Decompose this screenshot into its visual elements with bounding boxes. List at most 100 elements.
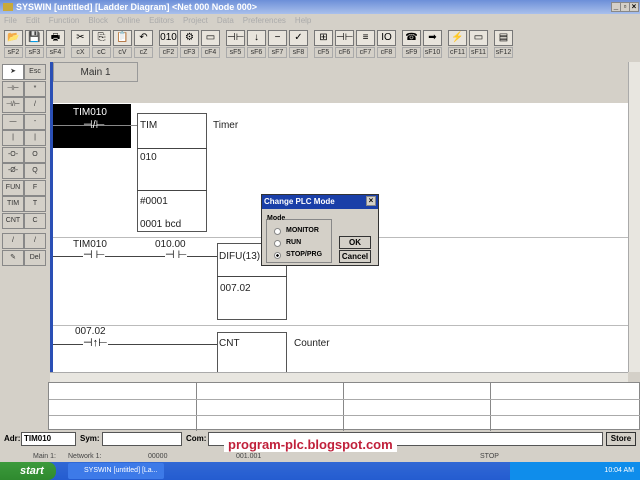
monitor-icon[interactable]: ▤ — [494, 30, 513, 46]
plc-icon[interactable]: ➡ — [423, 30, 442, 46]
paste-icon[interactable]: 📋 — [113, 30, 132, 46]
vertical-scrollbar[interactable] — [628, 62, 640, 372]
tim-icon[interactable]: TIM — [2, 196, 24, 212]
palette-key-8[interactable]: T — [24, 196, 46, 212]
rung-separator — [53, 325, 628, 326]
shortcut-label-cV: cV — [113, 47, 132, 58]
shortcut-label-sF3: sF3 — [25, 47, 44, 58]
palette-key-1[interactable]: * — [24, 80, 46, 97]
shortcut-label-sF11: sF11 — [469, 47, 488, 58]
palette-key-10[interactable]: / — [24, 233, 46, 249]
cancel-button[interactable]: Cancel — [339, 250, 371, 263]
menu-help[interactable]: Help — [295, 14, 311, 28]
palette-key-9[interactable]: C — [24, 212, 46, 229]
taskbar-item-syswin[interactable]: SYSWIN [untitled] [La... — [68, 463, 164, 479]
print-icon[interactable]: 🖶 — [46, 30, 65, 46]
menu-data[interactable]: Data — [217, 14, 234, 28]
mnemonic-icon[interactable]: ≡ — [356, 30, 375, 46]
status-plc-mode: STOP — [480, 453, 499, 460]
phone-icon[interactable]: ☎ — [402, 30, 421, 46]
shortcut-label-sF2: sF2 — [4, 47, 23, 58]
io-icon[interactable]: IO — [377, 30, 396, 46]
coil-icon[interactable]: -O- — [2, 146, 24, 163]
palette-key-5[interactable]: O — [24, 146, 46, 163]
online-edit-icon[interactable]: ⚡ — [448, 30, 467, 46]
rung-comment: Timer — [213, 120, 239, 131]
menu-block[interactable]: Block — [88, 14, 108, 28]
palette-key-11[interactable]: Del — [24, 249, 46, 266]
network-icon[interactable]: ⊞ — [314, 30, 333, 46]
no-contact-icon[interactable]: ⊣⊢ — [2, 80, 24, 97]
menu-project[interactable]: Project — [183, 14, 208, 28]
start-button[interactable]: start — [0, 462, 56, 480]
undo-icon[interactable]: ↶ — [134, 30, 153, 46]
toolbar: 📂 sF2 💾 sF3 🖶 sF4 ✂ cX ⎘ cC 📋 cV ↶ cZ 010 cF2 ⚙ cF3 ▭ cF4 ⊣⊢… — [0, 28, 640, 60]
status-bar: Main 1: Network 1: 00000 001.001 STOP — [0, 450, 640, 462]
disabled-icon[interactable]: ▭ — [469, 30, 488, 46]
shortcut-label-cF3: cF3 — [180, 47, 199, 58]
status-program: Main 1: — [33, 453, 56, 460]
menu-bar: File Edit Function Block Online Editors Projec… — [0, 14, 640, 28]
nc-coil-icon[interactable]: -Ø- — [2, 163, 24, 179]
clock: 10:04 AM — [604, 467, 634, 474]
diagonal-line-icon[interactable]: / — [2, 233, 24, 249]
close-button[interactable]: × — [629, 2, 639, 12]
adr-input[interactable]: TIM010 — [21, 432, 76, 446]
open-folder-icon[interactable]: 📂 — [4, 30, 23, 46]
sym-label: Sym: — [80, 434, 100, 443]
sym-input[interactable] — [102, 432, 182, 446]
box-text: TIM — [140, 120, 158, 131]
no-contact-icon: ⊣ ⊢ — [83, 248, 106, 261]
horizontal-line-icon[interactable]: — — [2, 113, 24, 130]
ladder-header: Main 1 — [53, 62, 628, 103]
menu-file[interactable]: File — [4, 14, 17, 28]
palette-key-0[interactable]: Esc — [24, 64, 46, 80]
shortcut-label-sF5: sF5 — [226, 47, 245, 58]
cnt-icon[interactable]: CNT — [2, 212, 24, 229]
cut-icon[interactable]: ✂ — [71, 30, 90, 46]
menu-edit[interactable]: Edit — [26, 14, 40, 28]
menu-editors[interactable]: Editors — [149, 14, 174, 28]
tab-main-1[interactable]: Main 1 — [53, 62, 138, 82]
ok-button[interactable]: OK — [339, 236, 371, 249]
menu-online[interactable]: Online — [117, 14, 140, 28]
palette-key-3[interactable]: - — [24, 113, 46, 130]
shortcut-label-cZ: cZ — [134, 47, 153, 58]
copy-icon[interactable]: ⎘ — [92, 30, 111, 46]
add-rung-icon[interactable]: ↓ — [247, 30, 266, 46]
window-title: SYSWIN [untitled] [Ladder Diagram] <Net … — [16, 2, 258, 12]
symbol-icon[interactable]: ⚙ — [180, 30, 199, 46]
palette-key-6[interactable]: Q — [24, 163, 46, 179]
shortcut-label-cF11: cF11 — [448, 47, 467, 58]
system-tray: 10:04 AM — [510, 462, 640, 480]
insert-rung-icon[interactable]: ⊣⊢ — [226, 30, 245, 46]
windows-icon[interactable]: ▭ — [201, 30, 220, 46]
title-bar: SYSWIN [untitled] [Ladder Diagram] <Net … — [0, 0, 640, 14]
option-label: RUN — [286, 239, 302, 246]
shortcut-label-sF8: sF8 — [289, 47, 308, 58]
dialog-close-button[interactable]: × — [366, 196, 376, 206]
arrow-icon[interactable]: ➤ — [2, 64, 24, 80]
palette-key-7[interactable]: F — [24, 179, 46, 196]
delete-rung-icon[interactable]: − — [268, 30, 287, 46]
address-icon[interactable]: 010 — [159, 30, 178, 46]
save-icon[interactable]: 💾 — [25, 30, 44, 46]
instruction-palette: ➤ Esc ⊣⊢ * ⊣/⊢ / — - | | -O- O -Ø- Q FUN F TIM T CNT C / / ✎ De… — [0, 62, 48, 266]
shortcut-label-cF8: cF8 — [377, 47, 396, 58]
palette-key-4[interactable]: | — [24, 130, 46, 146]
nc-contact-icon[interactable]: ⊣/⊢ — [2, 97, 24, 113]
shortcut-label-sF9: sF9 — [402, 47, 421, 58]
shortcut-label-sF7: sF7 — [268, 47, 287, 58]
horizontal-scrollbar[interactable] — [50, 372, 628, 382]
menu-preferences[interactable]: Preferences — [243, 14, 286, 28]
erase-icon[interactable]: ✎ — [2, 249, 24, 266]
menu-function[interactable]: Function — [49, 14, 80, 28]
ladder-icon[interactable]: ⊣⊢ — [335, 30, 354, 46]
fun-icon[interactable]: FUN — [2, 179, 24, 196]
vertical-line-icon[interactable]: | — [2, 130, 24, 146]
palette-key-2[interactable]: / — [24, 97, 46, 113]
check-rung-icon[interactable]: ✓ — [289, 30, 308, 46]
task-label: SYSWIN [untitled] [La... — [84, 467, 158, 474]
store-button[interactable]: Store — [606, 432, 636, 446]
box-text: #0001 — [140, 196, 168, 207]
